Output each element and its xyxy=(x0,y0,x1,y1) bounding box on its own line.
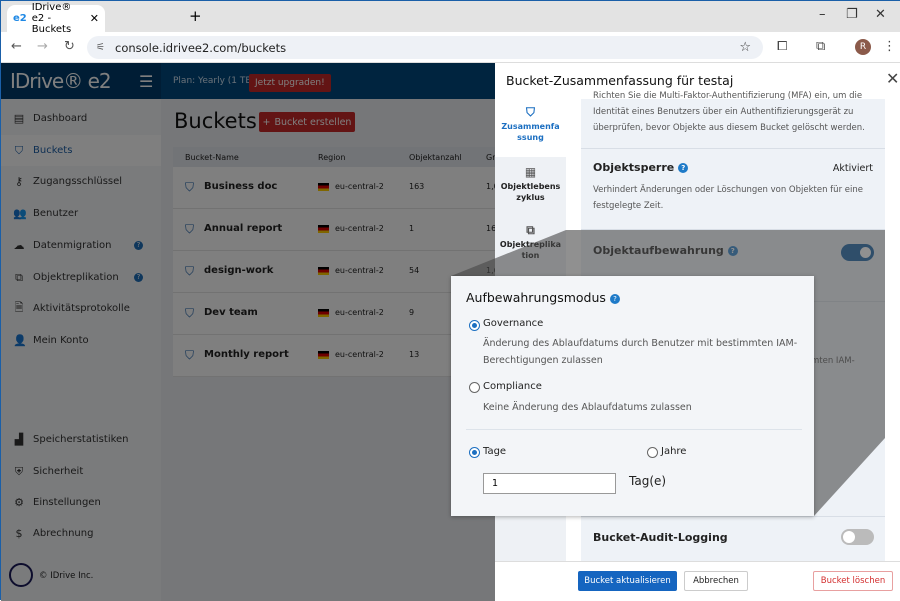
back-icon[interactable]: ← xyxy=(11,39,22,54)
tab-label: Zusammenfassung xyxy=(501,122,560,142)
compliance-radio[interactable] xyxy=(469,382,480,393)
retention-toggle[interactable] xyxy=(841,244,874,261)
close-tab-icon[interactable]: ✕ xyxy=(90,12,99,25)
menu-icon[interactable]: ⋮ xyxy=(883,39,896,54)
bookmark-star-icon[interactable]: ☆ xyxy=(739,40,751,55)
audit-title: Bucket-Audit-Logging xyxy=(593,531,728,544)
reload-icon[interactable]: ↻ xyxy=(64,39,75,54)
tab-bar xyxy=(1,1,900,32)
drawer-tab-summary[interactable]: ⛉ Zusammenfassung xyxy=(495,99,566,157)
extensions-icon[interactable]: ⧠ xyxy=(777,39,787,54)
unit-label: Tag(e) xyxy=(629,474,667,488)
bucket-icon: ⛉ xyxy=(525,105,535,119)
close-window-icon[interactable]: ✕ xyxy=(875,7,886,22)
audit-section: Bucket-Audit-Logging xyxy=(581,516,885,561)
minimize-icon[interactable]: – xyxy=(819,7,826,22)
help-icon[interactable]: ? xyxy=(727,246,738,256)
replication-icon: ⧉ xyxy=(526,223,535,237)
browser-tab[interactable]: e2 IDrive® e2 - Buckets ✕ xyxy=(7,2,105,35)
url-field[interactable]: ⚟ console.idrivee2.com/buckets ☆ xyxy=(87,36,763,59)
mfa-section: Richten Sie die Multi-Faktor-Authentifiz… xyxy=(581,87,885,149)
years-label[interactable]: Jahre xyxy=(661,446,686,457)
forward-icon[interactable]: → xyxy=(37,39,48,54)
tab-label: Objektreplikation xyxy=(499,240,562,260)
new-tab-icon[interactable]: + xyxy=(189,7,202,25)
object-lock-title: Objektsperre xyxy=(593,161,675,174)
drawer-tab-replication[interactable]: ⧉ Objektreplikation xyxy=(495,221,566,271)
partial-text: mten IAM- xyxy=(811,356,855,366)
popover-title: Aufbewahrungsmodus xyxy=(466,290,606,305)
restore-icon[interactable]: ❐ xyxy=(846,7,858,22)
days-radio[interactable] xyxy=(469,447,480,458)
cancel-button[interactable]: Abbrechen xyxy=(684,571,748,591)
retention-value-input[interactable] xyxy=(483,473,616,494)
days-label[interactable]: Tage xyxy=(483,446,506,457)
profile-avatar[interactable]: R xyxy=(855,39,871,55)
close-drawer-icon[interactable]: ✕ xyxy=(886,69,899,88)
object-lock-text: Verhindert Änderungen oder Löschungen vo… xyxy=(593,185,863,211)
retention-mode-popover: Aufbewahrungsmodus? Governance Änderung … xyxy=(451,276,814,516)
drawer-title: Bucket-Zusammenfassung für testaj xyxy=(506,73,734,88)
years-radio[interactable] xyxy=(647,447,658,458)
reading-list-icon[interactable]: ⧉ xyxy=(816,39,825,54)
tab-label: Objektlebenszyklus xyxy=(500,182,561,202)
update-bucket-button[interactable]: Bucket aktualisieren xyxy=(578,571,677,591)
url-text: console.idrivee2.com/buckets xyxy=(115,40,287,55)
compliance-desc: Keine Änderung des Ablaufdatums zulassen xyxy=(483,402,692,413)
site-info-icon[interactable]: ⚟ xyxy=(96,42,105,53)
compliance-label[interactable]: Compliance xyxy=(483,381,542,392)
governance-radio[interactable] xyxy=(469,320,480,331)
help-icon[interactable]: ? xyxy=(609,293,620,304)
help-icon[interactable]: ? xyxy=(678,163,689,173)
retention-title: Objektaufbewahrung xyxy=(593,244,724,257)
audit-logging-toggle[interactable] xyxy=(841,529,874,545)
object-lock-status: Aktiviert xyxy=(832,163,873,174)
drawer-tab-lifecycle[interactable]: ▦ Objektlebenszyklus xyxy=(495,163,566,213)
favicon: e2 xyxy=(13,13,27,24)
scrollbar[interactable] xyxy=(885,99,900,561)
object-lock-section: Objektsperre? Aktiviert Verhindert Änder… xyxy=(581,149,885,230)
tab-title: IDrive® e2 - Buckets xyxy=(31,2,72,35)
governance-label[interactable]: Governance xyxy=(483,318,543,329)
overlay-dim xyxy=(1,63,495,601)
divider xyxy=(466,429,802,430)
mfa-text: Richten Sie die Multi-Faktor-Authentifiz… xyxy=(593,91,865,133)
delete-bucket-button[interactable]: Bucket löschen xyxy=(813,571,893,591)
calendar-icon: ▦ xyxy=(524,165,537,179)
governance-desc: Änderung des Ablaufdatums durch Benutzer… xyxy=(483,338,798,366)
